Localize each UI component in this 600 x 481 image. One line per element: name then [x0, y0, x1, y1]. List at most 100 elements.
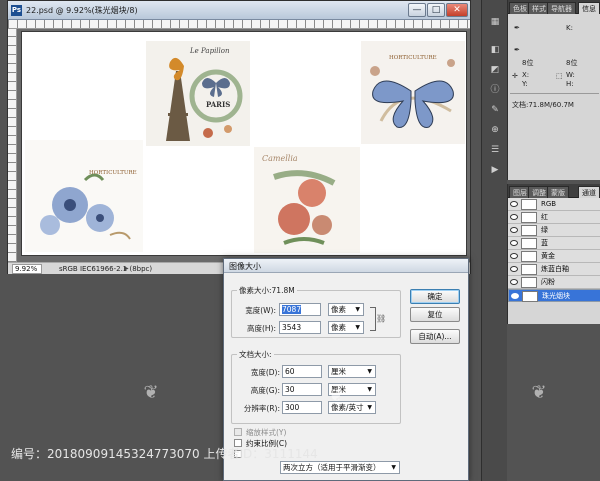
channel-thumbnail	[521, 251, 537, 262]
tab-navigator[interactable]: 导航器	[547, 2, 576, 14]
channel-row[interactable]: 珠光烟块	[508, 289, 600, 302]
info-tab-row: 色板 样式 导航器 信息	[508, 0, 600, 14]
channel-name: 珠光烟块	[542, 292, 570, 300]
h-label: H:	[566, 80, 574, 88]
k-label: K:	[566, 24, 573, 32]
channel-row[interactable]: 蓝	[508, 237, 600, 250]
camellia-text: Camellia	[262, 154, 298, 163]
channel-row[interactable]: 炼蓝白釉	[508, 263, 600, 276]
tab-channels[interactable]: 通道	[578, 186, 600, 198]
reset-button[interactable]: 复位	[410, 307, 460, 322]
document-size-label: 文档大小:	[237, 349, 274, 360]
watermark-logo-icon: ❦	[328, 385, 344, 406]
watermark-logo-icon: ❦	[531, 382, 547, 403]
pixel-width-unit-select[interactable]: 像素 ▼	[328, 303, 364, 316]
w-label: W:	[566, 71, 575, 79]
channel-name: 炼蓝白釉	[541, 265, 569, 273]
channel-thumbnail	[521, 264, 537, 275]
color-profile-text: sRGB IEC61966-2.1 (8bpc)	[59, 265, 153, 273]
channel-thumbnail	[522, 291, 538, 302]
eyedropper-icon: ✒	[514, 24, 520, 32]
eyedropper-2-icon: ✒	[514, 46, 520, 54]
visibility-eye-icon[interactable]	[511, 293, 519, 299]
channel-row[interactable]: 黄金	[508, 250, 600, 263]
minimize-button[interactable]: —	[408, 3, 426, 17]
visibility-eye-icon[interactable]	[510, 279, 518, 285]
pixel-width-label: 宽度(W):	[245, 306, 276, 315]
status-menu-arrow-icon[interactable]: ▶	[124, 265, 129, 272]
crosshair-icon: ✛	[512, 72, 518, 80]
channel-row[interactable]: 绿	[508, 224, 600, 237]
selection-size-icon: ⬚	[556, 72, 563, 80]
visibility-eye-icon[interactable]	[510, 227, 518, 233]
actions-icon[interactable]: ▶	[488, 164, 502, 176]
channel-thumbnail	[521, 277, 537, 288]
history-icon[interactable]: ☰	[488, 144, 502, 156]
channel-row[interactable]: 闪粉	[508, 276, 600, 289]
horticulture-right-text: HORTICULTURE	[389, 55, 437, 61]
auto-button[interactable]: 自动(A)...	[410, 329, 460, 344]
clone-icon[interactable]: ⊕	[488, 124, 502, 136]
brush-icon[interactable]: ✎	[488, 104, 502, 116]
info-panel: 色板 样式 导航器 信息 ✒ K: 8位 8位 ✒ ✛ X: Y: ⬚ W: H…	[507, 0, 600, 180]
horizontal-ruler[interactable]	[8, 20, 470, 29]
channel-list: RGB 红绿蓝黄金炼蓝白釉闪粉珠光烟块	[508, 198, 600, 324]
doc-width-unit-select[interactable]: 厘米 ▼	[328, 365, 376, 378]
doc-width-unit: 厘米	[331, 367, 346, 376]
visibility-eye-icon[interactable]	[510, 240, 518, 246]
flower-graphic	[40, 173, 131, 240]
channels-tab-row: 图层 调整 蒙版 通道	[508, 184, 600, 198]
doc-height-input[interactable]: 30	[282, 383, 322, 396]
document-title-bar[interactable]: Ps 22.psd @ 9.92%(珠光烟块/8) — □ ✕	[8, 1, 470, 20]
papillon-text: Le Papillon	[190, 47, 230, 55]
styles-icon[interactable]: ◧	[488, 44, 502, 56]
maximize-button[interactable]: □	[427, 3, 445, 17]
visibility-eye-icon[interactable]	[510, 201, 518, 207]
paris-artwork-graphic	[166, 57, 243, 141]
pixel-height-unit-select[interactable]: 像素 ▼	[328, 321, 364, 334]
x-label: X:	[522, 71, 530, 79]
zoom-level-field[interactable]: 9.92%	[12, 264, 42, 274]
channel-name: 红	[541, 213, 548, 221]
channel-name: 绿	[541, 226, 548, 234]
scale-styles-checkbox[interactable]	[234, 428, 242, 436]
pixel-height-label: 高度(H):	[246, 324, 276, 333]
channel-thumbnail	[521, 238, 537, 249]
resolution-label: 分辨率(R):	[243, 404, 280, 413]
watermark-logo-icon: ❦	[235, 168, 251, 189]
navigator-icon[interactable]: ◩	[488, 64, 502, 76]
blue-butterfly-artwork: HORTICULTURE	[361, 41, 465, 144]
dialog-title-bar[interactable]: 图像大小	[224, 259, 468, 273]
channel-name: 闪粉	[541, 278, 555, 286]
bits-left: 8位	[522, 59, 534, 67]
pixel-height-input[interactable]: 3543	[279, 321, 321, 334]
y-label: Y:	[522, 80, 528, 88]
watermark-logo-icon: ❦	[21, 60, 37, 81]
chevron-down-icon: ▼	[391, 464, 396, 471]
channel-row[interactable]: RGB	[508, 198, 600, 211]
visibility-eye-icon[interactable]	[510, 214, 518, 220]
vertical-ruler[interactable]	[8, 29, 17, 262]
photoshop-logo-icon: Ps	[11, 5, 22, 16]
info-icon[interactable]: ⓘ	[488, 84, 502, 96]
doc-width-input[interactable]: 60	[282, 365, 322, 378]
close-button[interactable]: ✕	[446, 3, 468, 17]
channel-row[interactable]: 红	[508, 211, 600, 224]
link-chain-icon: ⛓	[376, 314, 387, 323]
panel-icon-strip: ▦ ◧ ◩ ⓘ ✎ ⊕ ☰ ▶	[481, 0, 507, 481]
tab-masks[interactable]: 蒙版	[547, 186, 569, 198]
ok-button[interactable]: 确定	[410, 289, 460, 304]
resolution-input[interactable]: 300	[282, 401, 322, 414]
visibility-eye-icon[interactable]	[510, 266, 518, 272]
watermark-id-text: 编号：20180909145324773070 上传者ID：3111144	[11, 447, 318, 461]
document-window: Ps 22.psd @ 9.92%(珠光烟块/8) — □ ✕ Le Papil…	[7, 0, 471, 274]
tab-info[interactable]: 信息	[578, 2, 600, 14]
blue-flower-artwork: HORTICULTURE	[25, 140, 143, 252]
scale-styles-label: 缩放样式(Y)	[246, 428, 287, 437]
document-canvas[interactable]: Le Papillon PARIS HORTICULTURE HORTICULT…	[21, 31, 467, 256]
pixel-height-unit: 像素	[331, 323, 346, 332]
visibility-eye-icon[interactable]	[510, 253, 518, 259]
swatches-icon[interactable]: ▦	[488, 16, 502, 28]
channel-thumbnail	[521, 199, 537, 210]
pixel-width-input[interactable]: 7087	[279, 303, 321, 316]
